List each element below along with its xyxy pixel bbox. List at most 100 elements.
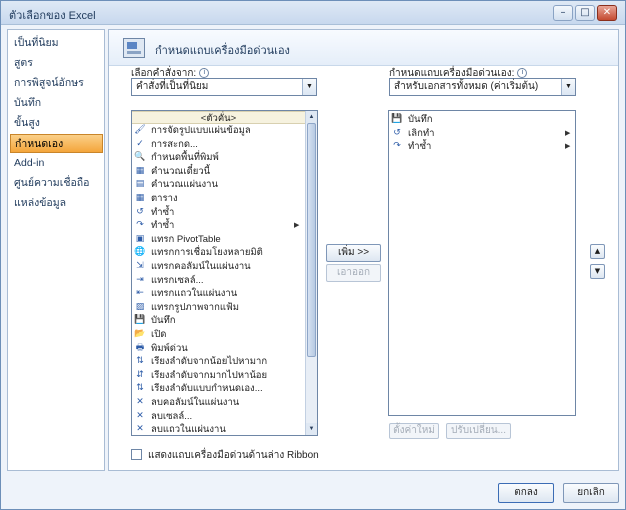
table-icon: ▦ bbox=[135, 193, 145, 203]
save-icon: 💾 bbox=[391, 114, 403, 124]
list-item[interactable]: ✕ ลบแถวในแผ่นงาน bbox=[132, 423, 304, 436]
list-item[interactable]: 📂 เปิด bbox=[132, 328, 304, 342]
sidebar-item-trust-center[interactable]: ศูนย์ความเชื่อถือ bbox=[10, 174, 103, 193]
sort-desc-icon: ⇵ bbox=[136, 369, 144, 380]
sidebar-item-popular[interactable]: เป็นที่นิยม bbox=[10, 34, 103, 53]
list-item-label: พิมพ์ด่วน bbox=[151, 342, 188, 354]
list-item[interactable]: 🔍 กำหนดพื้นที่พิมพ์ bbox=[132, 151, 304, 165]
sidebar-item-customize[interactable]: กำหนดเอง bbox=[10, 134, 103, 153]
chevron-down-icon[interactable]: ▼ bbox=[561, 79, 575, 95]
list-item[interactable]: ✓ การสะกด... bbox=[132, 138, 304, 152]
list-item[interactable]: ✕ ลบคอลัมน์ในแผ่นงาน bbox=[132, 396, 304, 410]
customize-qat-combo[interactable]: สำหรับเอกสารทั้งหมด (ค่าเริ่มต้น) ▼ bbox=[389, 78, 576, 96]
list-item[interactable]: ⇵ เรียงลำดับจากมากไปหาน้อย bbox=[132, 369, 304, 383]
options-sidebar: เป็นที่นิยม สูตร การพิสูจน์อักษร บันทึก … bbox=[7, 29, 105, 471]
scroll-down-icon[interactable]: ▼ bbox=[306, 423, 317, 435]
window-title: ตัวเลือกของ Excel bbox=[9, 10, 96, 22]
list-item-label: ตาราง bbox=[151, 193, 178, 204]
list-item[interactable]: ↺ ทำซ้ำ bbox=[132, 206, 304, 220]
pivot-table-icon: ▣ bbox=[135, 233, 145, 244]
open-icon: 📂 bbox=[134, 329, 146, 339]
show-below-ribbon-checkbox[interactable] bbox=[131, 449, 142, 460]
spelling-icon: ✓ bbox=[136, 138, 144, 149]
excel-options-dialog: ตัวเลือกของ Excel – □ ✕ เป็นที่นิยม สูตร… bbox=[0, 0, 626, 510]
panel-title: กำหนดแถบเครื่องมือด่วนเอง bbox=[155, 45, 290, 57]
format-painter-icon: 🖌 bbox=[134, 125, 146, 135]
quick-print-icon: 🖶 bbox=[135, 342, 145, 353]
scroll-up-icon[interactable]: ▲ bbox=[306, 111, 317, 123]
list-item[interactable]: ▨ แทรกรูปภาพจากแฟ้ม bbox=[132, 301, 304, 315]
list-item[interactable]: 🖌 การจัดรูปแบบแผ่นข้อมูล bbox=[132, 124, 304, 138]
list-item[interactable]: ↺ เลิกทำ ▶ bbox=[389, 127, 575, 141]
info-icon: i bbox=[199, 68, 210, 79]
list-item[interactable]: ▤ คำนวณแผ่นงาน bbox=[132, 178, 304, 192]
calc-icon: ▦ bbox=[135, 165, 145, 176]
list-item[interactable]: 🖶 พิมพ์ด่วน bbox=[132, 342, 304, 356]
list-item[interactable]: ⇅ เรียงลำดับแบบกำหนดเอง... bbox=[132, 382, 304, 396]
list-item[interactable]: ▣ แทรก PivotTable bbox=[132, 233, 304, 247]
list-item-label: บันทึก bbox=[408, 114, 433, 125]
list-item-label: แทรกการเชื่อมโยงหลายมิติ bbox=[151, 247, 263, 259]
sidebar-item-addins[interactable]: Add-in bbox=[10, 154, 103, 173]
list-item[interactable]: 💾 บันทึก bbox=[389, 113, 575, 127]
chevron-right-icon: ▶ bbox=[565, 129, 571, 137]
list-item[interactable]: ↷ ทำซ้ำ ▶ bbox=[132, 219, 304, 233]
choose-commands-value: คำสั่งที่เป็นที่นิยม bbox=[136, 81, 209, 92]
delete-row-icon: ✕ bbox=[136, 424, 144, 435]
move-down-icon[interactable]: ▼ bbox=[590, 264, 605, 279]
insert-cells-icon: ⇥ bbox=[136, 274, 144, 285]
customize-qat-value: สำหรับเอกสารทั้งหมด (ค่าเริ่มต้น) bbox=[394, 81, 539, 92]
undo-icon: ↺ bbox=[136, 206, 144, 217]
list-item-label: ลบแถวในแผ่นงาน bbox=[151, 424, 226, 436]
list-item-label: ลบคอลัมน์ในแผ่นงาน bbox=[151, 397, 240, 408]
list-item-label: เรียงลำดับแบบกำหนดเอง... bbox=[151, 383, 263, 395]
list-item-separator[interactable]: <ตัวคั่น> bbox=[132, 111, 305, 124]
sidebar-item-resources[interactable]: แหล่งข้อมูล bbox=[10, 194, 103, 213]
chevron-right-icon: ▶ bbox=[565, 143, 571, 151]
list-item[interactable]: ⇥ แทรกเซลล์... bbox=[132, 274, 304, 288]
list-item-label: ลบเซลล์... bbox=[151, 410, 193, 422]
list-item[interactable]: ⇤ แทรกแถวในแผ่นงาน bbox=[132, 287, 304, 301]
minimize-button[interactable]: – bbox=[553, 5, 573, 21]
customize-toolbar-icon bbox=[123, 38, 145, 58]
add-button[interactable]: เพิ่ม >> bbox=[326, 244, 381, 262]
delete-column-icon: ✕ bbox=[136, 397, 144, 407]
sort-asc-icon: ⇅ bbox=[136, 356, 144, 367]
sidebar-item-save[interactable]: บันทึก bbox=[10, 94, 103, 113]
commands-list[interactable]: <ตัวคั่น> ▲ ▼ 🖌 การจัดรูปแบบแผ่นข้อมูล ✓ กา… bbox=[131, 110, 318, 436]
show-below-ribbon-label: แสดงแถบเครื่องมือด่วนด้านล่าง Ribbon bbox=[148, 450, 319, 461]
sidebar-item-advanced[interactable]: ขั้นสูง bbox=[10, 114, 103, 133]
list-item[interactable]: 💾 บันทึก bbox=[132, 314, 304, 328]
sidebar-item-formulas[interactable]: สูตร bbox=[10, 54, 103, 73]
commands-scrollbar[interactable]: ▲ ▼ bbox=[305, 111, 317, 435]
redo-icon: ↷ bbox=[393, 141, 401, 152]
list-item-label: ทำซ้ำ bbox=[151, 220, 175, 232]
calc-sheet-icon: ▤ bbox=[135, 179, 145, 190]
ok-button[interactable]: ตกลง bbox=[498, 483, 554, 503]
list-item[interactable]: ↷ ทำซ้ำ ▶ bbox=[389, 140, 575, 154]
list-item-label: แทรกรูปภาพจากแฟ้ม bbox=[151, 301, 239, 313]
close-button[interactable]: ✕ bbox=[597, 5, 617, 21]
qat-items-list[interactable]: 💾 บันทึก ↺ เลิกทำ ▶ ↷ ทำซ้ำ ▶ bbox=[388, 110, 576, 416]
save-icon: 💾 bbox=[134, 315, 146, 326]
insert-column-icon: ⇲ bbox=[136, 261, 144, 271]
modify-button[interactable]: ปรับเปลี่ยน... bbox=[446, 423, 511, 439]
cancel-button[interactable]: ยกเลิก bbox=[563, 483, 619, 503]
reset-button[interactable]: ตั้งค่าใหม่ bbox=[389, 423, 439, 439]
move-up-icon[interactable]: ▲ bbox=[590, 244, 605, 259]
list-item[interactable]: ⇲ แทรกคอลัมน์ในแผ่นงาน bbox=[132, 260, 304, 274]
list-item[interactable]: ✕ ลบเซลล์... bbox=[132, 410, 304, 424]
info-icon: i bbox=[517, 68, 528, 79]
remove-button[interactable]: เอาออก bbox=[326, 264, 381, 282]
list-item[interactable]: ▦ คำนวณเดี๋ยวนี้ bbox=[132, 165, 304, 179]
chevron-down-icon[interactable]: ▼ bbox=[302, 79, 316, 95]
choose-commands-combo[interactable]: คำสั่งที่เป็นที่นิยม ▼ bbox=[131, 78, 317, 96]
scroll-thumb[interactable] bbox=[307, 123, 316, 357]
list-item-label: คำนวณเดี๋ยวนี้ bbox=[151, 165, 211, 177]
list-item[interactable]: ▦ ตาราง bbox=[132, 192, 304, 206]
delete-cells-icon: ✕ bbox=[136, 410, 144, 421]
maximize-button[interactable]: □ bbox=[575, 5, 595, 21]
list-item[interactable]: 🌐 แทรกการเชื่อมโยงหลายมิติ bbox=[132, 246, 304, 260]
sidebar-item-proofing[interactable]: การพิสูจน์อักษร bbox=[10, 74, 103, 93]
list-item[interactable]: ⇅ เรียงลำดับจากน้อยไปหามาก bbox=[132, 355, 304, 369]
